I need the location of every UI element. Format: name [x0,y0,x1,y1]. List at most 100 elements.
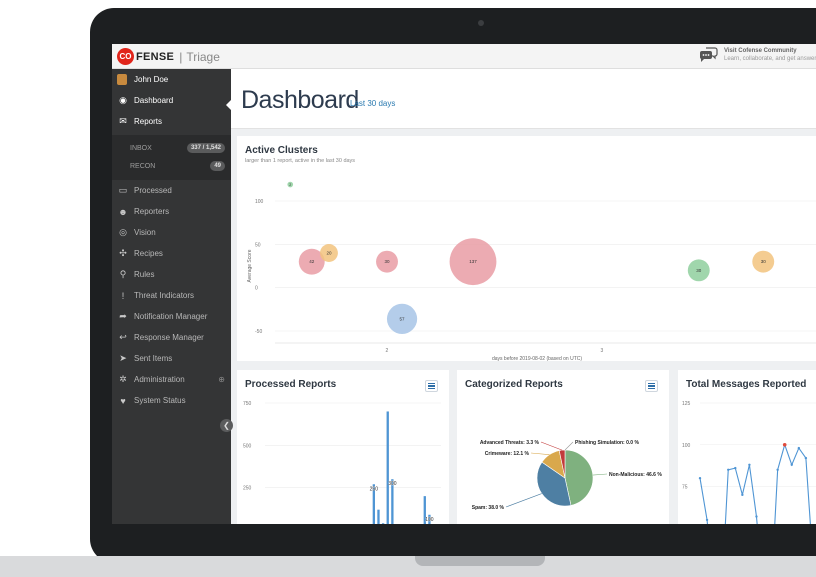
y-tick-label: 100 [255,199,264,205]
bar [377,509,380,524]
logo-text: FENSE [136,50,175,63]
cluster-bubble-label: 57 [400,316,406,321]
user-menu[interactable]: John Doe [112,69,231,90]
y-tick-label: 250 [243,486,252,492]
sidebar-item-label: Dashboard [134,96,174,105]
page-title: Dashboard [241,86,359,114]
device-mockup: CO FENSE | Triage Visit Cofense Communit… [0,0,816,577]
pie-slice-label: Non-Malicious: 46.6 % [609,472,662,478]
bar-data-label: 300 [388,481,397,487]
sidebar-item-label: Vision [134,228,156,237]
sidebar-collapse-button[interactable]: ❮ [220,419,233,432]
data-point [776,468,779,471]
heartbeat-icon: ♥ [120,395,126,406]
cluster-bubble-label: 137 [469,259,477,264]
data-point [755,515,758,518]
bar [386,411,389,524]
sidebar-item-dashboard[interactable]: ◉ Dashboard [112,90,231,111]
x-tick-label: 2 [386,348,389,354]
sidebar-item-rules[interactable]: ⚲ Rules [112,264,231,285]
sidebar-item-threat-indicators[interactable]: ! Threat Indicators [112,285,231,306]
sidebar-item-label: Threat Indicators [134,291,195,300]
y-tick-label: 0 [255,286,258,292]
active-clusters-card: Active Clusters larger than 1 report, ac… [237,136,816,361]
sidebar-item-label: System Status [134,396,186,405]
sidebar-item-notification-manager[interactable]: ➦ Notification Manager [112,306,231,327]
cofense-logo[interactable]: CO FENSE | Triage [117,48,220,65]
sidebar-subitem-inbox[interactable]: INBOX 337 / 1,542 [112,139,231,157]
avatar [117,74,127,85]
users-icon: ☻ [118,206,128,217]
inbox-icon: ▭ [118,185,128,195]
total-messages-chart: 1251007550 [682,401,816,524]
reply-icon: ↩ [119,332,127,342]
data-point [797,446,801,450]
bar-data-label: 250 [370,486,379,492]
bar-data-label: 100 [425,517,434,523]
y-tick-label: 75 [682,485,688,491]
rules-icon: ⚲ [119,269,127,279]
recon-count-badge: 49 [210,161,225,171]
subitem-label: INBOX [130,144,152,152]
data-point [748,463,751,466]
sidebar-item-sent-items[interactable]: ➤ Sent Items [112,348,231,369]
community-title: Visit Cofense Community [724,48,797,54]
sidebar-item-label: Notification Manager [134,312,208,321]
expand-plus-icon: ⊕ [218,375,225,384]
community-subtitle: Learn, collaborate, and get answer [724,56,816,62]
sidebar-item-label: Recipes [134,249,163,258]
sidebar-item-recipes[interactable]: ✣ Recipes [112,243,231,264]
sidebar-item-system-status[interactable]: ♥ System Status [112,390,231,411]
sidebar-item-label: Sent Items [134,354,173,363]
cluster-bubble-label: 2 [289,183,291,187]
pie-slice-label: Crimeware: 12.1 % [485,451,530,457]
top-bar: CO FENSE | Triage Visit Cofense Communit… [112,44,816,69]
laptop-notch [415,556,545,566]
share-icon: ➦ [119,311,127,321]
data-point [727,468,730,471]
processed-reports-card: Processed Reports 7505002502501003001005… [237,370,449,524]
pie-slice-label: Spam: 38.0 % [472,505,505,511]
sidebar-item-label: Processed [134,186,172,195]
pie-leader-line [592,473,608,476]
bar [381,523,385,524]
pie-leader-line [564,441,574,451]
sidebar-item-reporters[interactable]: ☻ Reporters [112,201,231,222]
sidebar-item-label: Administration [134,375,185,384]
sidebar-item-response-manager[interactable]: ↩ Response Manager [112,327,231,348]
date-range-link[interactable]: Last 30 days [350,99,395,108]
x-axis-title: days before 2019-08-02 (based on UTC) [492,356,582,361]
chat-bubbles-icon [699,47,718,62]
inbox-count-badge: 337 / 1,542 [186,143,225,153]
cluster-bubble-label: 20 [326,251,332,256]
recipe-icon: ✣ [119,248,127,258]
sidebar-item-processed[interactable]: ▭ Processed [112,180,231,201]
app-screen: CO FENSE | Triage Visit Cofense Communit… [112,44,816,524]
eye-icon: ◎ [119,227,127,237]
sidebar-item-reports[interactable]: ✉ Reports [112,111,231,132]
data-point [705,518,709,522]
data-point [741,493,744,497]
sidebar-item-label: Reports [134,117,163,126]
community-link[interactable]: Visit Cofense Community Learn, collabora… [698,47,816,63]
data-point [804,456,808,460]
processed-reports-chart: 750500250250100300100505155 [243,401,441,524]
laptop-base [0,556,816,577]
sidebar-item-administration[interactable]: ✲ Administration ⊕ [112,369,231,390]
pie-leader-line [540,441,563,451]
logo-mark-icon: CO [117,48,134,65]
sidebar-subitem-recon[interactable]: RECON 49 [112,157,231,175]
y-tick-label: 750 [243,401,252,407]
logo-separator: | [179,49,183,64]
data-point [782,442,787,447]
y-tick-label: 50 [255,242,261,248]
send-icon: ➤ [119,353,127,363]
user-name: John Doe [134,75,169,84]
x-tick-label: 3 [601,348,604,354]
y-tick-label: 500 [243,443,252,449]
sidebar-item-label: Rules [134,270,155,279]
pie-leader-line [530,452,550,455]
app-name: Triage [186,49,220,64]
sidebar-item-vision[interactable]: ◎ Vision [112,222,231,243]
laptop-camera [478,20,484,26]
